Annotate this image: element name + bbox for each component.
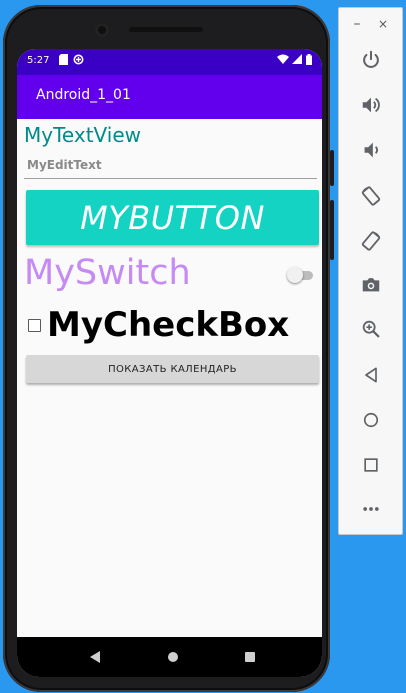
camera-icon xyxy=(362,278,380,292)
home-button[interactable] xyxy=(353,402,389,438)
front-camera xyxy=(95,23,109,37)
zoom-icon xyxy=(362,320,380,338)
power-hardware-button xyxy=(330,150,334,186)
show-calendar-button[interactable]: ПОКАЗАТЬ КАЛЕНДАРЬ xyxy=(26,355,319,383)
rotate-left-icon xyxy=(361,186,381,206)
nav-back-icon[interactable] xyxy=(90,651,100,663)
switch-thumb[interactable] xyxy=(287,267,303,283)
my-text-view: MyTextView xyxy=(24,123,142,147)
device-screen: 5:27 Android_1_01 MyTextView MyEditText … xyxy=(17,49,322,677)
nav-overview-icon[interactable] xyxy=(245,652,255,662)
edit-text-value: MyEditText xyxy=(27,158,102,172)
volume-down-icon xyxy=(364,142,378,158)
status-bar: 5:27 xyxy=(17,49,322,75)
close-button[interactable]: × xyxy=(375,16,391,32)
volume-hardware-button xyxy=(330,200,334,260)
home-icon xyxy=(363,412,379,428)
rotate-right-button[interactable] xyxy=(353,223,389,259)
status-time: 5:27 xyxy=(27,55,50,66)
my-button[interactable]: MYBUTTON xyxy=(26,190,319,245)
emulator-toolbar: – × xyxy=(338,7,403,535)
my-checkbox-label[interactable]: MyCheckBox xyxy=(47,305,289,345)
volume-up-icon xyxy=(362,97,380,113)
zoom-button[interactable] xyxy=(353,311,389,347)
my-button-label: MYBUTTON xyxy=(80,198,265,237)
minimize-button[interactable]: – xyxy=(349,16,365,32)
nav-home-icon[interactable] xyxy=(168,652,178,662)
cellular-signal-icon xyxy=(292,54,302,64)
more-icon xyxy=(363,507,379,511)
overview-icon xyxy=(364,458,378,472)
power-icon xyxy=(363,50,379,68)
activity-content: MyTextView MyEditText MYBUTTON MySwitch … xyxy=(17,119,322,637)
volume-down-button[interactable] xyxy=(353,132,389,168)
sd-card-icon xyxy=(59,54,68,65)
rotate-right-icon xyxy=(361,231,381,251)
my-edit-text[interactable]: MyEditText xyxy=(24,153,317,179)
overview-button[interactable] xyxy=(353,447,389,483)
app-bar: Android_1_01 xyxy=(17,75,322,119)
battery-icon xyxy=(306,54,312,65)
rotate-left-button[interactable] xyxy=(353,178,389,214)
my-switch-label[interactable]: MySwitch xyxy=(24,253,191,293)
back-button[interactable] xyxy=(353,357,389,393)
phone-frame: 5:27 Android_1_01 MyTextView MyEditText … xyxy=(3,5,330,692)
volume-up-button[interactable] xyxy=(353,87,389,123)
app-title: Android_1_01 xyxy=(36,87,131,103)
power-button[interactable] xyxy=(353,42,389,78)
screenshot-button[interactable] xyxy=(353,267,389,303)
checkbox-box[interactable] xyxy=(28,319,41,332)
more-button[interactable] xyxy=(353,491,389,527)
navigation-bar xyxy=(17,637,322,677)
data-saver-icon xyxy=(73,54,84,65)
earpiece-speaker xyxy=(129,27,203,32)
wifi-icon xyxy=(277,54,289,64)
back-icon xyxy=(365,367,377,383)
